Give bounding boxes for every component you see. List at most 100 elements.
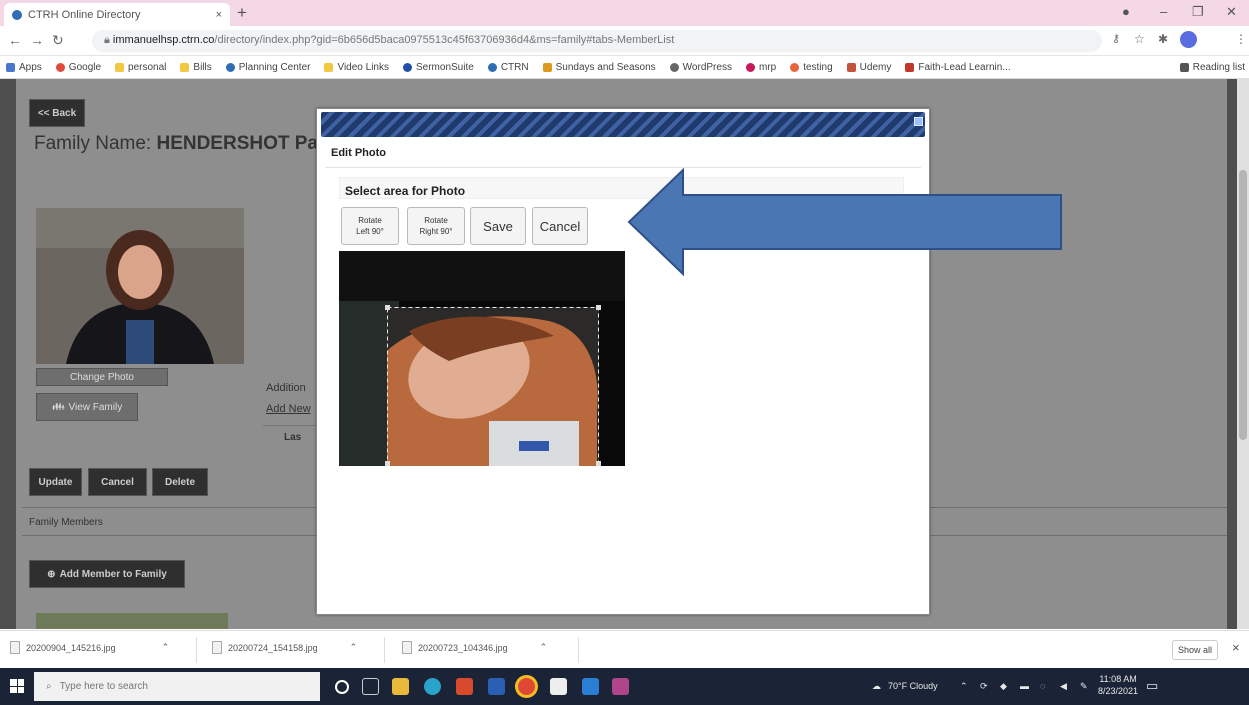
wordpress-icon: [669, 63, 679, 72]
extensions-puzzle-icon[interactable]: ✱: [1158, 32, 1168, 46]
downloads-close-icon[interactable]: ×: [1232, 640, 1240, 655]
lock-icon: 🔒︎: [104, 34, 113, 46]
annotation-arrow-icon: [627, 168, 1062, 276]
reload-icon[interactable]: ↻: [52, 32, 64, 49]
tray-sync-icon[interactable]: ⟳: [980, 681, 988, 692]
browser-tab[interactable]: CTRH Online Directory ×: [4, 3, 230, 26]
table-header-last: Las: [284, 432, 302, 443]
dialog-close-icon[interactable]: [914, 117, 923, 126]
forward-arrow-icon[interactable]: →: [30, 32, 44, 48]
bookmark-personal[interactable]: personal: [115, 62, 166, 73]
dialog-cancel-button[interactable]: Cancel: [532, 207, 588, 245]
download-item[interactable]: 20200724_154158.jpg ⌃: [212, 641, 357, 654]
folder-icon: [180, 63, 190, 72]
bookmark-testing[interactable]: testing: [790, 62, 833, 73]
rotate-right-button[interactable]: Rotate Right 90°: [407, 207, 465, 245]
bookmark-sundays-seasons[interactable]: Sundays and Seasons: [542, 62, 656, 73]
plus-circle-icon: ⊕: [47, 568, 56, 580]
account-avatar-icon[interactable]: [1180, 31, 1197, 48]
dialog-title: Edit Photo: [331, 147, 386, 159]
ctrn-icon: [487, 63, 497, 72]
back-arrow-icon[interactable]: ←: [8, 32, 22, 48]
change-photo-button[interactable]: Change Photo: [36, 368, 168, 386]
dialog-titlebar[interactable]: [321, 112, 925, 137]
store-icon[interactable]: [550, 678, 567, 695]
windows-taskbar: ⌕ Type here to search ☁︎ 70°F Cloudy ⌃ ⟳…: [0, 668, 1249, 705]
sundays-icon: [542, 63, 552, 72]
add-new-link[interactable]: Add New: [266, 403, 311, 415]
profile-icon[interactable]: ●: [1122, 4, 1130, 19]
chevron-up-icon[interactable]: ⌃: [540, 642, 548, 653]
minimize-icon[interactable]: –: [1160, 4, 1167, 19]
windows-start-icon[interactable]: [10, 679, 24, 693]
save-button[interactable]: Save: [470, 207, 526, 245]
sermonsuite-icon: [403, 63, 412, 72]
page-scrollbar-thumb[interactable]: [1239, 170, 1247, 440]
file-icon: [402, 641, 412, 654]
word-icon[interactable]: [488, 678, 505, 695]
maximize-icon[interactable]: ❐: [1192, 4, 1204, 20]
show-all-button[interactable]: Show all: [1172, 640, 1218, 660]
chevron-up-icon[interactable]: ⌃: [162, 642, 170, 653]
tray-network-icon[interactable]: ◌: [1040, 681, 1045, 691]
browser-tab-strip: CTRH Online Directory × + ● – ❐ ✕: [0, 0, 1249, 26]
window-close-icon[interactable]: ✕: [1226, 4, 1237, 20]
cortana-icon[interactable]: [335, 680, 349, 694]
bookmark-udemy[interactable]: Udemy: [846, 62, 891, 73]
notifications-icon[interactable]: ▭: [1146, 678, 1158, 694]
tray-battery-icon[interactable]: ▬: [1020, 681, 1029, 691]
planning-center-icon: [225, 63, 235, 72]
new-tab-button[interactable]: +: [237, 3, 247, 23]
weather-text[interactable]: 70°F Cloudy: [888, 681, 938, 691]
faith-lead-icon: [905, 63, 915, 72]
tray-pen-icon[interactable]: ✎: [1080, 681, 1088, 692]
bookmark-ctrn[interactable]: CTRN: [487, 62, 529, 73]
bookmark-mrp[interactable]: mrp: [745, 62, 776, 73]
bookmark-wordpress[interactable]: WordPress: [669, 62, 732, 73]
rotate-left-button[interactable]: Rotate Left 90°: [341, 207, 399, 245]
download-separator: [578, 637, 579, 663]
tray-shield-icon[interactable]: ◆: [1000, 681, 1007, 692]
app-icon[interactable]: [612, 678, 629, 695]
url-host: immanuelhsp.ctrn.co: [112, 34, 215, 46]
tray-volume-icon[interactable]: ◀︎: [1060, 681, 1067, 692]
key-icon[interactable]: ⚷: [1112, 32, 1120, 45]
delete-button[interactable]: Delete: [152, 468, 208, 496]
download-item[interactable]: 20200723_104346.jpg ⌃: [402, 641, 547, 654]
crop-photo-image: [339, 251, 625, 466]
add-member-button[interactable]: ⊕ Add Member to Family: [29, 560, 185, 588]
bookmark-google[interactable]: Google: [55, 62, 101, 73]
menu-dots-icon[interactable]: ⋮: [1235, 32, 1247, 46]
edge-icon[interactable]: [424, 678, 441, 695]
bookmark-apps[interactable]: Apps: [6, 62, 42, 73]
chevron-up-icon[interactable]: ⌃: [350, 642, 358, 653]
tray-chevron-icon[interactable]: ⌃: [960, 681, 968, 692]
tab-close-icon[interactable]: ×: [216, 9, 222, 21]
view-family-button[interactable]: 👪︎ View Family: [36, 393, 138, 421]
bookmark-star-icon[interactable]: ☆: [1134, 32, 1145, 46]
url-input[interactable]: 🔒︎ immanuelhsp.ctrn.co/directory/index.p…: [92, 30, 1102, 52]
update-button[interactable]: Update: [29, 468, 82, 496]
office-icon[interactable]: [456, 678, 473, 695]
download-item[interactable]: 20200904_145216.jpg ⌃: [10, 641, 169, 654]
crop-panel-title: Select area for Photo: [345, 184, 466, 198]
family-name-heading: Family Name: HENDERSHOT Pas: [34, 133, 329, 154]
taskbar-search-input[interactable]: ⌕ Type here to search: [34, 672, 320, 701]
task-view-icon[interactable]: [362, 678, 379, 695]
bookmark-bills[interactable]: Bills: [180, 62, 212, 73]
crop-image-area[interactable]: [339, 251, 625, 466]
bookmark-sermonsuite[interactable]: SermonSuite: [403, 62, 474, 73]
reading-list[interactable]: Reading list: [1179, 62, 1245, 73]
mail-icon[interactable]: [582, 678, 599, 695]
back-button[interactable]: << Back: [29, 99, 85, 127]
folder-icon: [115, 63, 125, 72]
cancel-button[interactable]: Cancel: [88, 468, 147, 496]
bookmark-video-links[interactable]: Video Links: [324, 62, 389, 73]
table-header-line: [263, 425, 316, 426]
file-explorer-icon[interactable]: [392, 678, 409, 695]
chrome-icon[interactable]: [518, 678, 535, 695]
download-separator: [384, 637, 385, 663]
bookmark-planning-center[interactable]: Planning Center: [225, 62, 310, 73]
bookmark-faith-lead[interactable]: Faith-Lead Learnin...: [905, 62, 1011, 73]
tray-clock[interactable]: 11:08 AM 8/23/2021: [1098, 673, 1138, 697]
